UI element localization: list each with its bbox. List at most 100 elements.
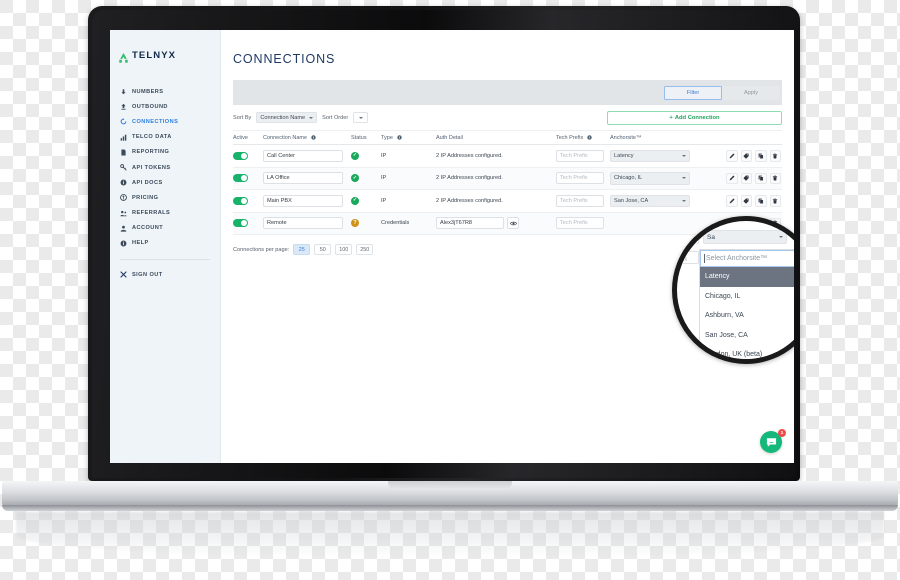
row-type-cell: IP	[381, 175, 387, 182]
numbers-icon	[120, 88, 127, 95]
page-size-25[interactable]: 25	[293, 244, 311, 255]
row-active-cell	[233, 174, 263, 183]
trash-icon	[773, 153, 778, 159]
tag-connection-button[interactable]	[740, 150, 752, 162]
row-status-cell: ?	[351, 219, 381, 228]
delete-connection-button[interactable]	[769, 150, 781, 162]
sort-bar: Sort By Connection Name Sort Order + Add…	[233, 105, 782, 131]
tech-prefix-input[interactable]: Tech Prefix	[556, 194, 604, 207]
column-header-active: Active	[233, 134, 248, 141]
active-toggle[interactable]	[233, 219, 248, 228]
filter-button[interactable]: Filter	[664, 85, 722, 100]
delete-connection-button[interactable]	[769, 195, 781, 207]
row-name-cell: Remote	[263, 217, 351, 230]
sort-by-select[interactable]: Connection Name	[256, 111, 318, 124]
sidebar-item-reporting[interactable]: REPORTING	[110, 145, 220, 160]
sidebar-item-sign-out[interactable]: SIGN OUT	[110, 267, 220, 282]
row-anchorsite-cell: San Jose, CA	[610, 194, 698, 207]
chat-bubble-icon	[766, 437, 776, 447]
sort-order-select[interactable]	[353, 111, 369, 124]
anchorsite-select[interactable]: Latency	[610, 149, 690, 162]
magnified-content: Tech Prefix Sa Tech Prefix Select Anchor…	[677, 227, 794, 359]
sidebar-item-outbound[interactable]: OUTBOUND	[110, 99, 220, 114]
row-prefix-cell: Tech Prefix	[556, 149, 610, 162]
laptop-base-notch	[388, 481, 512, 490]
sidebar-item-numbers[interactable]: NUMBERS	[110, 84, 220, 99]
anchorsite-search-input[interactable]: Select Anchorsite™	[700, 250, 794, 267]
tech-prefix-input[interactable]: Tech Prefix	[677, 250, 699, 264]
column-header-tech-prefix: Tech Prefix	[556, 135, 610, 141]
main-content: CONNECTIONS Filter Apply Sort By Connect…	[221, 30, 794, 463]
magnifier-loupe: Tech Prefix Sa Tech Prefix Select Anchor…	[672, 216, 794, 364]
anchorsite-select[interactable]: Sa	[703, 230, 787, 244]
chevron-down-icon	[358, 116, 363, 119]
active-toggle[interactable]	[233, 196, 248, 205]
row-active-cell	[233, 219, 263, 228]
sidebar-item-api-tokens[interactable]: API TOKENS	[110, 160, 220, 175]
sign-out-icon	[120, 271, 127, 278]
sidebar: TELNYX NUMBERS OUTBOUND CONNECTIONS TELC…	[110, 30, 221, 463]
sidebar-item-help[interactable]: HELP	[110, 236, 220, 251]
tag-connection-button[interactable]	[740, 172, 752, 184]
check-icon: ✓	[352, 152, 358, 159]
row-status-cell: ✓	[351, 151, 381, 160]
active-toggle[interactable]	[233, 174, 248, 183]
credentials-input[interactable]: Alex3jT67R8	[436, 217, 504, 230]
pencil-icon	[729, 175, 735, 181]
duplicate-connection-button[interactable]	[755, 195, 767, 207]
sidebar-item-label: HELP	[132, 240, 149, 247]
dropdown-option-london[interactable]: London, UK (beta)	[700, 345, 794, 359]
anchorsite-select[interactable]: Chicago, IL	[610, 172, 690, 185]
active-toggle[interactable]	[233, 151, 248, 160]
edit-connection-button[interactable]	[726, 172, 738, 184]
sidebar-item-account[interactable]: ACCOUNT	[110, 221, 220, 236]
connection-name-input[interactable]: Remote	[263, 217, 343, 230]
sidebar-item-telco-data[interactable]: TELCO DATA	[110, 130, 220, 145]
trash-icon	[773, 198, 778, 204]
filter-bar: Filter Apply	[233, 80, 782, 105]
tech-prefix-input[interactable]: Tech Prefix	[556, 217, 604, 230]
sidebar-item-label: REPORTING	[132, 149, 170, 156]
info-icon	[397, 134, 402, 140]
plus-icon: +	[669, 114, 673, 121]
connection-name-input[interactable]: LA Office	[263, 172, 343, 185]
sidebar-item-pricing[interactable]: PRICING	[110, 190, 220, 205]
tech-prefix-input[interactable]: Tech Prefix	[677, 230, 699, 244]
anchorsite-value: Sa	[707, 233, 715, 241]
row-auth-cell: 2 IP Addresses configured.	[436, 152, 503, 159]
dropdown-option-ashburn[interactable]: Ashburn, VA	[700, 306, 794, 326]
connection-name-input[interactable]: Main PBX	[263, 194, 343, 207]
anchorsite-select[interactable]: San Jose, CA	[610, 194, 690, 207]
sidebar-item-label: SIGN OUT	[132, 271, 163, 278]
column-header-anchorsite: Anchorsite™	[610, 134, 642, 141]
dropdown-option-chicago[interactable]: Chicago, IL	[700, 287, 794, 307]
sidebar-item-referrals[interactable]: REFERRALS	[110, 206, 220, 221]
toggle-credentials-visibility-button[interactable]	[507, 217, 519, 230]
edit-connection-button[interactable]	[726, 150, 738, 162]
eye-icon	[509, 221, 517, 225]
help-icon	[120, 240, 127, 247]
connection-name-input[interactable]: Call Center	[263, 149, 343, 162]
edit-connection-button[interactable]	[726, 195, 738, 207]
dropdown-option-san-jose[interactable]: San Jose, CA	[700, 326, 794, 346]
sidebar-item-connections[interactable]: CONNECTIONS	[110, 114, 220, 129]
duplicate-connection-button[interactable]	[755, 150, 767, 162]
dropdown-option-latency[interactable]: Latency	[700, 267, 794, 287]
duplicate-connection-button[interactable]	[755, 172, 767, 184]
account-icon	[120, 225, 127, 232]
copy-icon	[758, 175, 764, 182]
add-connection-button[interactable]: + Add Connection	[607, 110, 782, 125]
brand-logo[interactable]: TELNYX	[110, 44, 220, 64]
tag-connection-button[interactable]	[740, 195, 752, 207]
sidebar-item-api-docs[interactable]: API DOCS	[110, 175, 220, 190]
tech-prefix-input[interactable]: Tech Prefix	[556, 149, 604, 162]
tech-prefix-input[interactable]: Tech Prefix	[556, 172, 604, 185]
screen-content: TELNYX NUMBERS OUTBOUND CONNECTIONS TELC…	[110, 30, 794, 463]
sidebar-item-label: API TOKENS	[132, 164, 171, 171]
page-size-50[interactable]: 50	[314, 244, 332, 255]
apply-button[interactable]: Apply	[722, 85, 780, 100]
sidebar-item-label: CONNECTIONS	[132, 118, 179, 125]
page-size-100[interactable]: 100	[335, 244, 353, 255]
delete-connection-button[interactable]	[769, 172, 781, 184]
page-size-250[interactable]: 250	[356, 244, 374, 255]
